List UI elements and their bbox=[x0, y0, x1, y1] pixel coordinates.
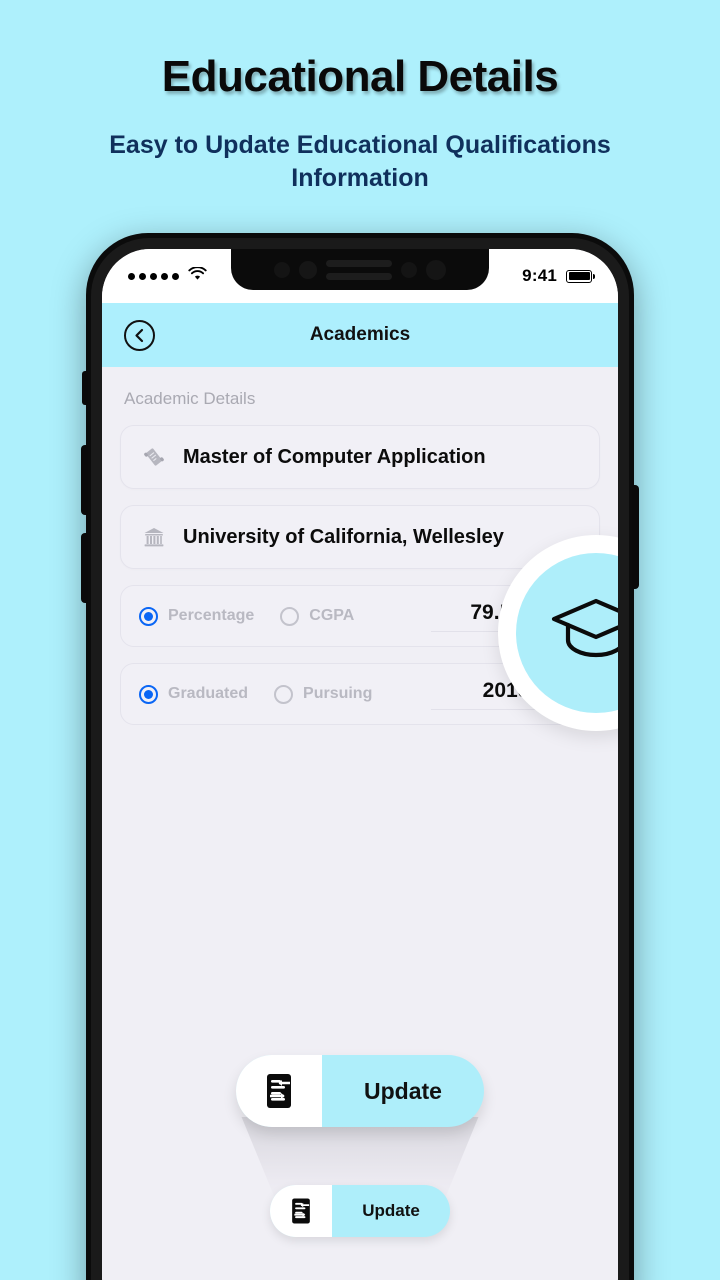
update-button-label: Update bbox=[364, 1077, 442, 1104]
update-button[interactable]: Update bbox=[236, 1055, 484, 1127]
status-bar-right: 9:41 bbox=[522, 266, 596, 286]
radio-option-graduated[interactable]: Graduated bbox=[139, 684, 249, 704]
radio-cgpa-label: CGPA bbox=[309, 607, 355, 624]
radio-option-cgpa[interactable]: CGPA bbox=[280, 606, 355, 626]
ambient-light-sensor-icon bbox=[299, 260, 317, 279]
phone-screen: 9:41 Academics Academic Details Master o… bbox=[102, 249, 618, 1280]
phone-mockup: 9:41 Academics Academic Details Master o… bbox=[81, 233, 639, 1280]
app-navbar: Academics bbox=[102, 303, 618, 367]
radio-percentage-label: Percentage bbox=[168, 607, 255, 624]
chevron-left-icon bbox=[133, 328, 146, 343]
page-title: Educational Details bbox=[161, 52, 559, 101]
signal-strength-icon bbox=[128, 272, 179, 280]
page-subtitle: Easy to Update Educational Qualification… bbox=[109, 130, 611, 192]
proximity-sensor-icon bbox=[274, 261, 290, 278]
academic-details-form: Academic Details Master of Computer Appl… bbox=[102, 367, 618, 1280]
navbar-title: Academics bbox=[309, 324, 411, 345]
radio-option-pursuing[interactable]: Pursuing bbox=[274, 684, 373, 704]
update-button-secondary[interactable]: Update bbox=[270, 1185, 450, 1237]
front-camera-icon bbox=[426, 259, 446, 280]
promo-header: Educational Details Easy to Update Educa… bbox=[0, 0, 720, 195]
dot-projector-icon bbox=[401, 261, 417, 278]
radio-percentage-icon bbox=[139, 606, 158, 626]
university-value: University of California, Wellesley bbox=[183, 525, 504, 548]
volume-down-button[interactable] bbox=[81, 445, 88, 515]
university-field[interactable]: University of California, Wellesley bbox=[120, 505, 600, 569]
radio-graduated-label: Graduated bbox=[168, 685, 249, 702]
earpiece-speaker-icon bbox=[326, 259, 392, 280]
power-button[interactable] bbox=[632, 485, 639, 589]
diploma-scroll-icon bbox=[139, 445, 169, 469]
update-button-secondary-label: Update bbox=[362, 1201, 420, 1220]
wifi-icon bbox=[188, 265, 207, 286]
battery-full-icon bbox=[566, 269, 596, 283]
institution-building-icon bbox=[139, 525, 169, 549]
degree-field[interactable]: Master of Computer Application bbox=[120, 425, 600, 489]
degree-value: Master of Computer Application bbox=[183, 445, 486, 468]
graduation-cap-icon bbox=[548, 593, 618, 674]
document-sync-icon-small bbox=[270, 1185, 332, 1237]
phone-notch bbox=[231, 249, 489, 290]
document-sync-icon bbox=[236, 1055, 322, 1127]
radio-graduated-icon bbox=[139, 684, 158, 704]
status-bar-time: 9:41 bbox=[522, 266, 557, 285]
volume-up-button[interactable] bbox=[81, 533, 88, 603]
section-label: Academic Details bbox=[124, 389, 256, 408]
update-actions: Update Update bbox=[102, 1051, 618, 1261]
graduation-badge-inner bbox=[516, 553, 618, 713]
status-bar: 9:41 bbox=[102, 249, 618, 303]
mute-switch-button[interactable] bbox=[82, 371, 88, 405]
radio-pursuing-label: Pursuing bbox=[303, 685, 373, 702]
radio-cgpa-icon bbox=[280, 606, 300, 626]
radio-pursuing-icon bbox=[274, 684, 294, 704]
radio-option-percentage[interactable]: Percentage bbox=[139, 606, 255, 626]
status-bar-left bbox=[128, 265, 207, 286]
back-button[interactable] bbox=[124, 319, 155, 351]
